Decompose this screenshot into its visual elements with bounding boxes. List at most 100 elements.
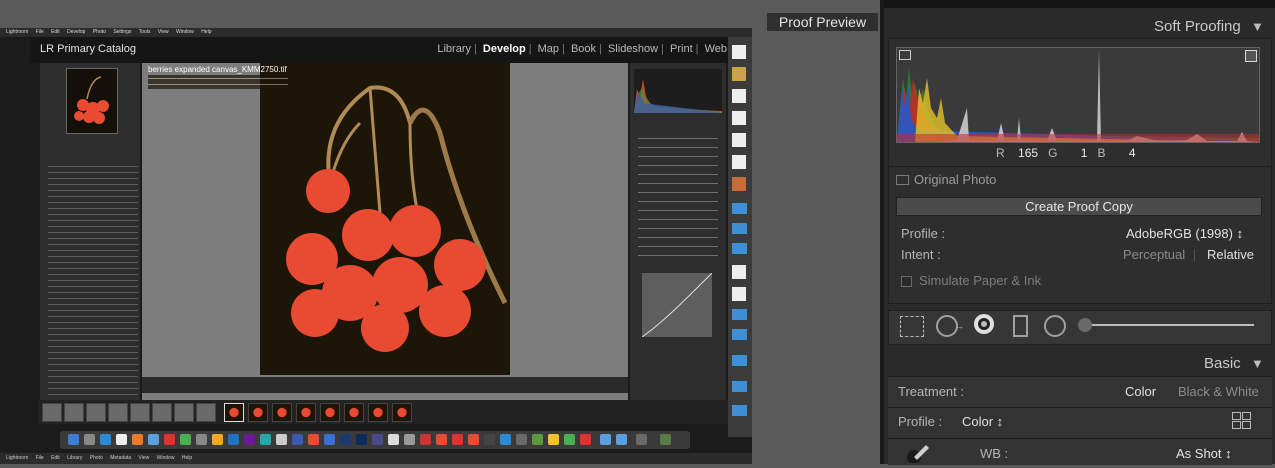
finder-icon[interactable]: [68, 434, 79, 445]
menu-item[interactable]: Lightroom: [6, 455, 28, 461]
graduated-filter-icon[interactable]: [1013, 315, 1028, 337]
menu-item[interactable]: Help: [182, 455, 192, 461]
folder-icon[interactable]: [600, 434, 611, 445]
photoshop-app-icon[interactable]: [356, 434, 367, 445]
navigator-thumbnail[interactable]: [66, 68, 118, 134]
red-eye-tool-icon[interactable]: [974, 314, 994, 334]
module-map[interactable]: Map: [535, 43, 562, 55]
app-icon[interactable]: [388, 434, 399, 445]
white-balance-eyedropper-icon[interactable]: [906, 441, 932, 464]
folder-icon[interactable]: [732, 405, 747, 416]
app-icon[interactable]: [164, 434, 175, 445]
preset-list[interactable]: [48, 163, 138, 403]
folder-icon[interactable]: [732, 381, 747, 392]
treatment-color[interactable]: Color: [1125, 384, 1156, 399]
lightroom-app-icon[interactable]: [340, 434, 351, 445]
simulate-paper-checkbox[interactable]: [901, 276, 912, 287]
app-icon[interactable]: [100, 434, 111, 445]
folder-icon[interactable]: [616, 434, 627, 445]
app-icon[interactable]: [308, 434, 319, 445]
image-view[interactable]: berries expanded canvas_KMM2750.tif: [142, 63, 628, 407]
menu-item[interactable]: File: [36, 29, 44, 35]
basic-sliders[interactable]: [638, 133, 718, 263]
collapse-triangle-icon[interactable]: ▼: [1251, 356, 1264, 371]
monitor-gamut-warning-icon[interactable]: [899, 50, 911, 60]
app-icon[interactable]: [260, 434, 271, 445]
file-icon[interactable]: [732, 155, 746, 169]
simulate-paper-label[interactable]: Simulate Paper & Ink: [919, 273, 1041, 288]
menu-item[interactable]: Edit: [51, 29, 60, 35]
tone-curve[interactable]: [642, 273, 712, 337]
app-icon[interactable]: [84, 434, 95, 445]
wb-select[interactable]: As Shot ↕: [1176, 446, 1232, 461]
film-thumbnail[interactable]: [108, 403, 128, 422]
menu-item[interactable]: View: [139, 455, 150, 461]
app-icon[interactable]: [636, 434, 647, 445]
module-book[interactable]: Book: [568, 43, 599, 55]
menu-item[interactable]: Photo: [93, 29, 106, 35]
film-thumbnail[interactable]: [86, 403, 106, 422]
module-develop[interactable]: Develop: [480, 43, 529, 55]
app-icon[interactable]: [564, 434, 575, 445]
film-thumbnail[interactable]: [296, 403, 316, 422]
crop-tool-icon[interactable]: [900, 316, 924, 337]
folder-icon[interactable]: [732, 355, 747, 366]
film-thumbnail[interactable]: [42, 403, 62, 422]
file-icon[interactable]: [732, 89, 746, 103]
app-icon[interactable]: [548, 434, 559, 445]
trash-icon[interactable]: [660, 434, 671, 445]
proof-profile-select[interactable]: AdobeRGB (1998) ↕: [1126, 226, 1243, 241]
film-thumbnail[interactable]: [130, 403, 150, 422]
basic-title[interactable]: Basic: [1204, 355, 1241, 372]
app-icon[interactable]: [532, 434, 543, 445]
file-icon[interactable]: [732, 67, 746, 81]
film-thumbnail[interactable]: [392, 403, 412, 422]
module-library[interactable]: Library: [434, 43, 474, 55]
file-icon[interactable]: [732, 45, 746, 59]
folder-icon[interactable]: [732, 329, 747, 340]
destination-gamut-warning-icon[interactable]: [1245, 50, 1257, 62]
radial-filter-icon[interactable]: [1044, 315, 1066, 337]
app-icon[interactable]: [452, 434, 463, 445]
film-thumbnail[interactable]: [272, 403, 292, 422]
module-slideshow[interactable]: Slideshow: [605, 43, 661, 55]
treatment-black-white[interactable]: Black & White: [1178, 384, 1259, 399]
app-icon[interactable]: [516, 434, 527, 445]
folder-icon[interactable]: [732, 309, 747, 320]
folder-icon[interactable]: [732, 223, 747, 234]
app-icon[interactable]: [468, 434, 479, 445]
menu-item[interactable]: Help: [201, 29, 211, 35]
module-web[interactable]: Web: [702, 43, 730, 55]
app-icon[interactable]: [484, 434, 495, 445]
berries-photo[interactable]: [260, 63, 510, 375]
film-thumbnail[interactable]: [344, 403, 364, 422]
folder-icon[interactable]: [732, 243, 747, 254]
film-thumbnail[interactable]: [320, 403, 340, 422]
app-icon[interactable]: [228, 434, 239, 445]
menu-item[interactable]: Edit: [51, 455, 60, 461]
intent-perceptual[interactable]: Perceptual: [1123, 247, 1185, 262]
menu-item[interactable]: Window: [157, 455, 175, 461]
file-icon[interactable]: [732, 177, 746, 191]
menu-item[interactable]: Settings: [113, 29, 131, 35]
profile-browser-grid-icon[interactable]: [1232, 412, 1251, 429]
app-icon[interactable]: [148, 434, 159, 445]
collapse-triangle-icon[interactable]: ▼: [1251, 19, 1264, 34]
image-toolbar[interactable]: [142, 377, 628, 393]
adjustment-brush-icon[interactable]: [1078, 318, 1092, 332]
app-icon[interactable]: [244, 434, 255, 445]
menu-item[interactable]: File: [36, 455, 44, 461]
file-icon[interactable]: [732, 287, 746, 301]
app-icon[interactable]: [436, 434, 447, 445]
app-icon[interactable]: [580, 434, 591, 445]
app-icon[interactable]: [196, 434, 207, 445]
original-photo-label[interactable]: Original Photo: [914, 172, 996, 187]
folder-icon[interactable]: [732, 203, 747, 214]
film-thumbnail[interactable]: [368, 403, 388, 422]
original-photo-icon[interactable]: [896, 175, 909, 185]
app-icon[interactable]: [132, 434, 143, 445]
app-icon[interactable]: [116, 434, 127, 445]
module-print[interactable]: Print: [667, 43, 696, 55]
create-proof-copy-button[interactable]: Create Proof Copy: [896, 197, 1262, 216]
basic-profile-select[interactable]: Color ↕: [962, 414, 1003, 429]
